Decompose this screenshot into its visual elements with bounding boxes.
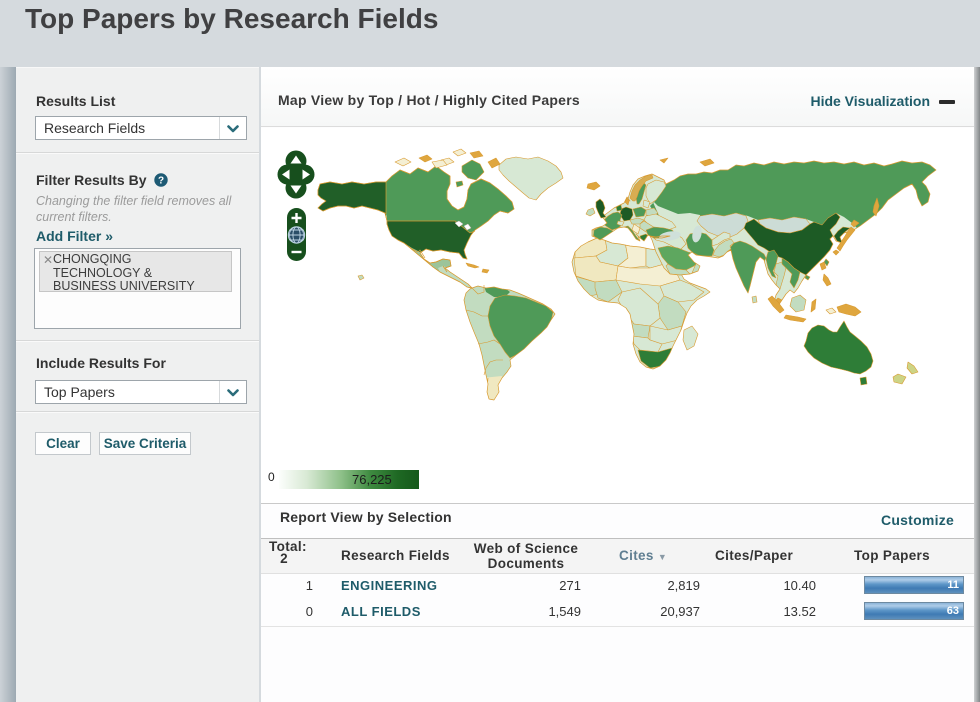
svg-text:?: ? [158,176,164,187]
